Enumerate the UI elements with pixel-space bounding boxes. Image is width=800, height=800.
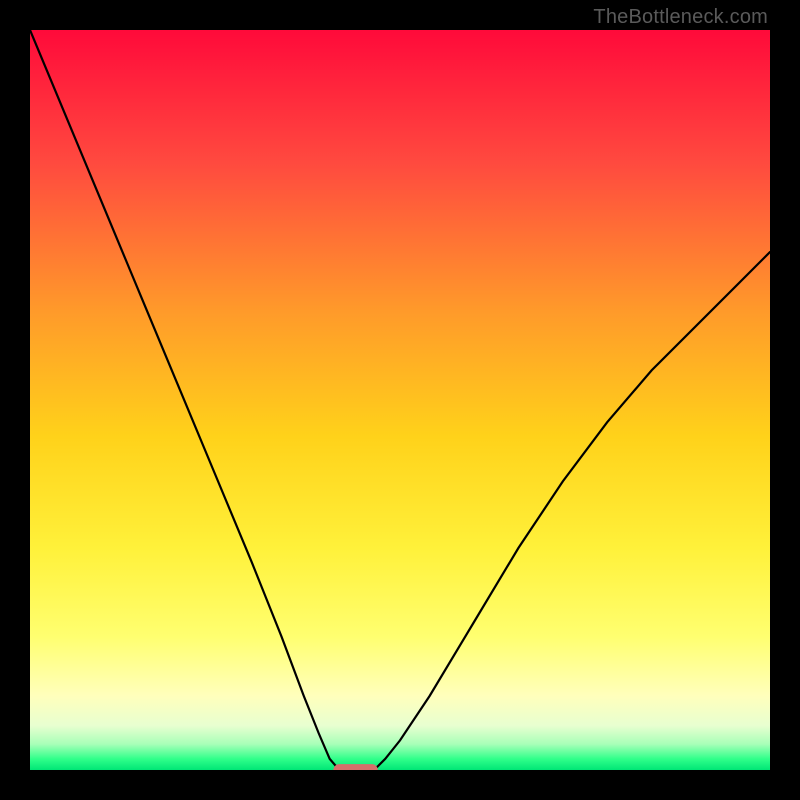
curve-left-branch [30, 30, 339, 770]
bottleneck-marker [333, 764, 377, 770]
watermark-label: TheBottleneck.com [593, 6, 768, 29]
plot-area [30, 30, 770, 770]
chart-frame: TheBottleneck.com [0, 0, 800, 800]
curve-right-branch [374, 252, 770, 770]
curve-layer [30, 30, 770, 770]
